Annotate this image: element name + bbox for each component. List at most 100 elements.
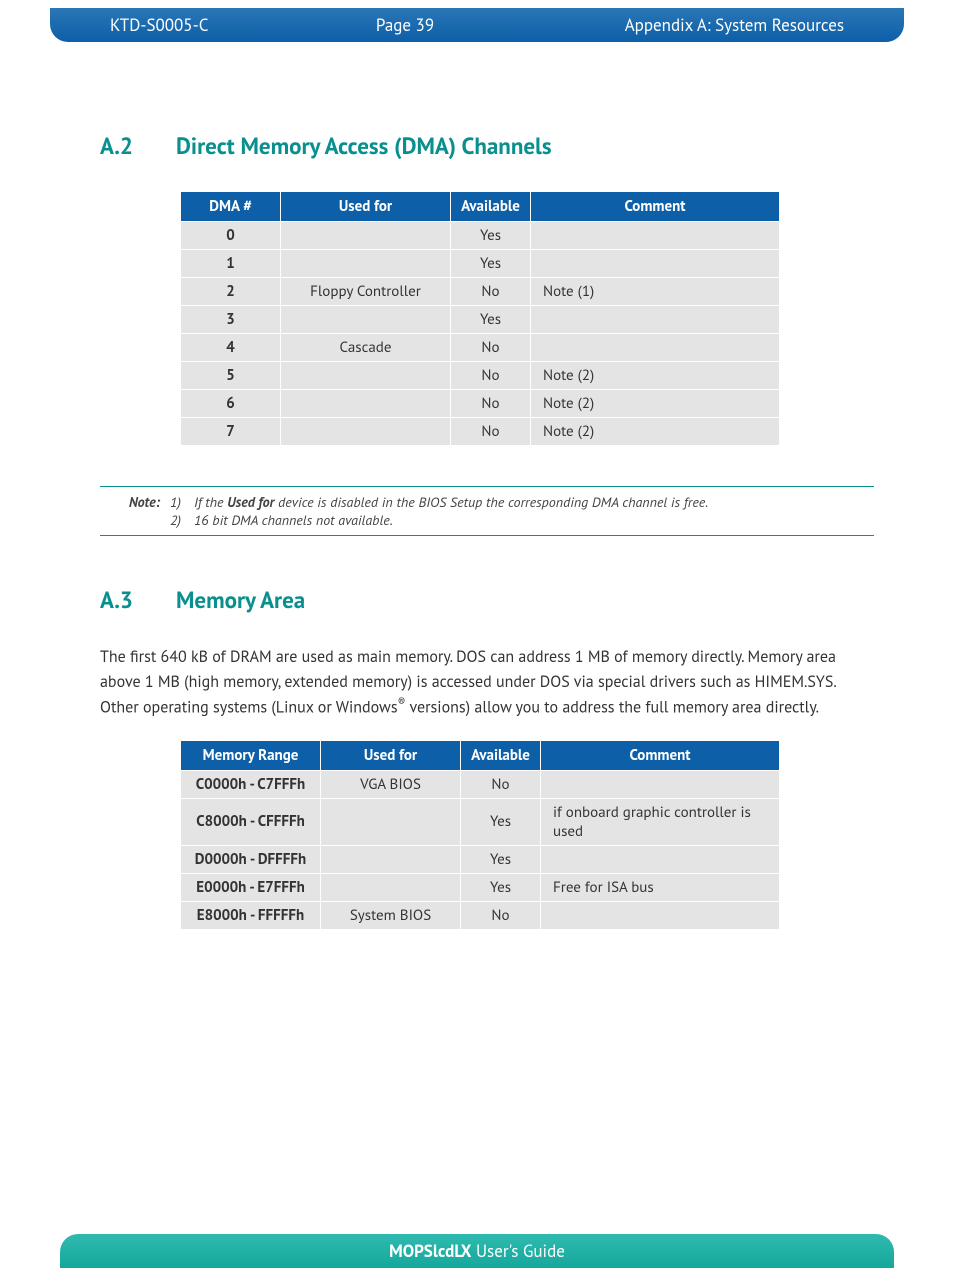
dma-cell-comment: Note (2) [531, 418, 780, 446]
dma-cell-avail: Yes [451, 222, 531, 250]
dma-cell-comment: Note (2) [531, 390, 780, 418]
dma-cell-avail: No [451, 334, 531, 362]
dma-cell-num: 7 [181, 418, 281, 446]
mem-cell-range: C8000h - CFFFFh [181, 798, 321, 845]
dma-table-header-row: DMA # Used for Available Comment [181, 192, 780, 222]
dma-cell-used [281, 306, 451, 334]
note-1-num: 1) [170, 493, 194, 511]
dma-cell-avail: Yes [451, 250, 531, 278]
note-lines: 1) If the Used for device is disabled in… [170, 493, 874, 529]
table-row: E8000h - FFFFFhSystem BIOSNo [181, 901, 780, 929]
dma-cell-comment: Note (2) [531, 362, 780, 390]
memory-table: Memory Range Used for Available Comment … [180, 740, 780, 930]
dma-cell-num: 0 [181, 222, 281, 250]
dma-cell-used: Cascade [281, 334, 451, 362]
mem-cell-range: E0000h - E7FFFh [181, 873, 321, 901]
mem-cell-comment [541, 901, 780, 929]
table-row: E0000h - E7FFFh YesFree for ISA bus [181, 873, 780, 901]
dma-col-header-comment: Comment [531, 192, 780, 222]
table-row: 1 Yes [181, 250, 780, 278]
dma-cell-num: 4 [181, 334, 281, 362]
mem-cell-range: E8000h - FFFFFh [181, 901, 321, 929]
memory-table-header-row: Memory Range Used for Available Comment [181, 740, 780, 770]
section-a3-title: Memory Area [176, 586, 305, 615]
note-2-num: 2) [170, 511, 194, 529]
note-block: Note: 1) If the Used for device is disab… [100, 486, 874, 536]
dma-cell-comment [531, 250, 780, 278]
section-a3-paragraph: The first 640 kB of DRAM are used as mai… [100, 645, 874, 720]
section-a2-heading: A.2 Direct Memory Access (DMA) Channels [100, 132, 874, 161]
note-line-1: 1) If the Used for device is disabled in… [170, 493, 874, 511]
dma-cell-used: Floppy Controller [281, 278, 451, 306]
note-1-pre: If the [194, 493, 227, 511]
dma-cell-used [281, 418, 451, 446]
dma-cell-used [281, 222, 451, 250]
page-header: KTD-S0005-C Page 39 Appendix A: System R… [50, 8, 904, 42]
mem-col-header-avail: Available [461, 740, 541, 770]
mem-cell-used: System BIOS [321, 901, 461, 929]
appendix-title: Appendix A: System Resources [480, 14, 844, 36]
mem-col-header-comment: Comment [541, 740, 780, 770]
dma-cell-comment [531, 306, 780, 334]
page-footer: MOPSlcdLX User's Guide [60, 1234, 894, 1268]
mem-cell-avail: No [461, 770, 541, 798]
mem-cell-range: D0000h - DFFFFh [181, 845, 321, 873]
table-row: C0000h - C7FFFhVGA BIOSNo [181, 770, 780, 798]
table-row: 3Yes [181, 306, 780, 334]
mem-cell-comment: if onboard graphic controller is used [541, 798, 780, 845]
table-row: 2Floppy ControllerNoNote (1) [181, 278, 780, 306]
note-2-text: 16 bit DMA channels not available. [194, 511, 393, 529]
table-row: D0000h - DFFFFh Yes [181, 845, 780, 873]
note-1-post: device is disabled in the BIOS Setup the… [274, 493, 708, 511]
mem-cell-avail: Yes [461, 873, 541, 901]
dma-cell-avail: No [451, 362, 531, 390]
dma-cell-comment: Note (1) [531, 278, 780, 306]
mem-cell-comment [541, 770, 780, 798]
mem-cell-comment [541, 845, 780, 873]
dma-col-header-used: Used for [281, 192, 451, 222]
dma-col-header-dma: DMA # [181, 192, 281, 222]
mem-cell-used [321, 798, 461, 845]
note-line-2: 2) 16 bit DMA channels not available. [170, 511, 874, 529]
dma-table: DMA # Used for Available Comment 0 Yes 1 Ye… [180, 191, 780, 446]
mem-cell-used: VGA BIOS [321, 770, 461, 798]
section-a3-number: A.3 [100, 586, 176, 615]
mem-cell-used [321, 873, 461, 901]
dma-cell-num: 2 [181, 278, 281, 306]
dma-cell-num: 1 [181, 250, 281, 278]
dma-cell-num: 6 [181, 390, 281, 418]
mem-cell-avail: Yes [461, 845, 541, 873]
mem-cell-used [321, 845, 461, 873]
note-label: Note: [100, 493, 170, 529]
table-row: C8000h - CFFFFh Yesif onboard graphic con… [181, 798, 780, 845]
mem-cell-avail: Yes [461, 798, 541, 845]
dma-cell-avail: No [451, 418, 531, 446]
section-a2-number: A.2 [100, 132, 176, 161]
dma-cell-used [281, 390, 451, 418]
page-number: Page 39 [330, 14, 480, 36]
dma-cell-used [281, 250, 451, 278]
table-row: 7 NoNote (2) [181, 418, 780, 446]
section-a2-title: Direct Memory Access (DMA) Channels [176, 132, 552, 161]
dma-cell-used [281, 362, 451, 390]
dma-cell-avail: No [451, 278, 531, 306]
dma-col-header-avail: Available [451, 192, 531, 222]
dma-cell-num: 5 [181, 362, 281, 390]
page-body: A.2 Direct Memory Access (DMA) Channels … [0, 42, 954, 930]
section-a3-heading: A.3 Memory Area [100, 586, 874, 615]
dma-cell-comment [531, 334, 780, 362]
mem-cell-comment: Free for ISA bus [541, 873, 780, 901]
doc-id: KTD-S0005-C [110, 14, 330, 36]
footer-product: MOPSlcdLX [389, 1240, 471, 1262]
note-1-text: If the Used for device is disabled in th… [194, 493, 708, 511]
dma-cell-comment [531, 222, 780, 250]
table-row: 0 Yes [181, 222, 780, 250]
table-row: 4CascadeNo [181, 334, 780, 362]
mem-col-header-range: Memory Range [181, 740, 321, 770]
dma-cell-num: 3 [181, 306, 281, 334]
mem-cell-avail: No [461, 901, 541, 929]
note-1-bold: Used for [227, 493, 274, 511]
mem-cell-range: C0000h - C7FFFh [181, 770, 321, 798]
mem-col-header-used: Used for [321, 740, 461, 770]
dma-cell-avail: No [451, 390, 531, 418]
